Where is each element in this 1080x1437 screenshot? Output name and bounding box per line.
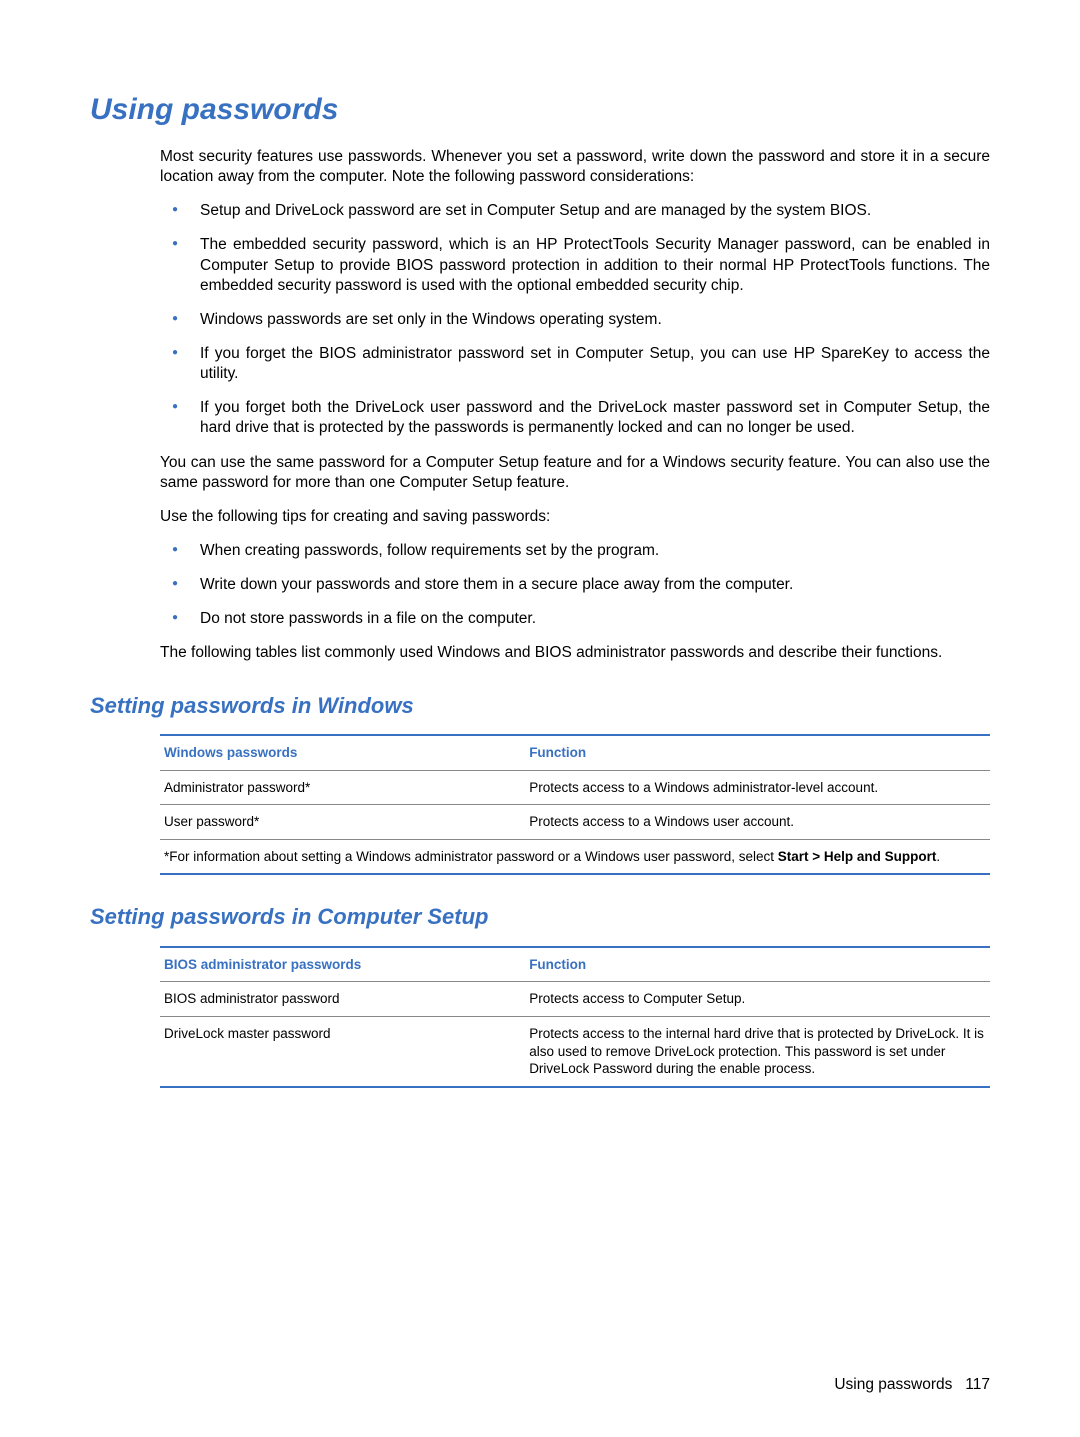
paragraph: You can use the same password for a Comp… <box>160 453 990 493</box>
table-row: Administrator password* Protects access … <box>160 770 990 805</box>
table-row: User password* Protects access to a Wind… <box>160 805 990 840</box>
tips-intro: Use the following tips for creating and … <box>160 507 990 527</box>
tips-list: When creating passwords, follow requirem… <box>160 541 990 629</box>
bios-passwords-table: BIOS administrator passwords Function BI… <box>160 946 990 1088</box>
list-item: If you forget the BIOS administrator pas… <box>160 344 990 384</box>
table-cell: Protects access to the internal hard dri… <box>525 1017 990 1087</box>
table-row: DriveLock master password Protects acces… <box>160 1017 990 1087</box>
section-heading-windows: Setting passwords in Windows <box>90 692 990 721</box>
list-item: Write down your passwords and store them… <box>160 575 990 595</box>
list-item: Do not store passwords in a file on the … <box>160 609 990 629</box>
table-header: BIOS administrator passwords <box>160 947 525 982</box>
page-footer: Using passwords 117 <box>834 1375 990 1395</box>
table-cell: Protects access to a Windows administrat… <box>525 770 990 805</box>
considerations-list: Setup and DriveLock password are set in … <box>160 201 990 438</box>
list-item: The embedded security password, which is… <box>160 235 990 295</box>
table-cell: Protects access to a Windows user accoun… <box>525 805 990 840</box>
list-item: If you forget both the DriveLock user pa… <box>160 398 990 438</box>
table-header: Function <box>525 735 990 770</box>
list-item: Windows passwords are set only in the Wi… <box>160 310 990 330</box>
paragraph: The following tables list commonly used … <box>160 643 990 663</box>
table-footnote-row: *For information about setting a Windows… <box>160 839 990 874</box>
section-heading-computer-setup: Setting passwords in Computer Setup <box>90 903 990 932</box>
footnote-text: . <box>936 849 940 864</box>
windows-passwords-table: Windows passwords Function Administrator… <box>160 734 990 875</box>
table-cell: DriveLock master password <box>160 1017 525 1087</box>
footnote-path: Start > Help and Support <box>778 849 937 864</box>
table-cell: User password* <box>160 805 525 840</box>
table-cell: BIOS administrator password <box>160 982 525 1017</box>
footnote-text: *For information about setting a Windows… <box>164 849 778 864</box>
table-header: Function <box>525 947 990 982</box>
page-heading: Using passwords <box>90 90 990 129</box>
table-header: Windows passwords <box>160 735 525 770</box>
footer-label: Using passwords <box>834 1376 952 1393</box>
table-row: BIOS administrator password Protects acc… <box>160 982 990 1017</box>
table-cell: Protects access to Computer Setup. <box>525 982 990 1017</box>
table-footnote: *For information about setting a Windows… <box>160 839 990 874</box>
intro-paragraph: Most security features use passwords. Wh… <box>160 147 990 187</box>
list-item: Setup and DriveLock password are set in … <box>160 201 990 221</box>
list-item: When creating passwords, follow requirem… <box>160 541 990 561</box>
page-number: 117 <box>965 1376 990 1393</box>
table-cell: Administrator password* <box>160 770 525 805</box>
